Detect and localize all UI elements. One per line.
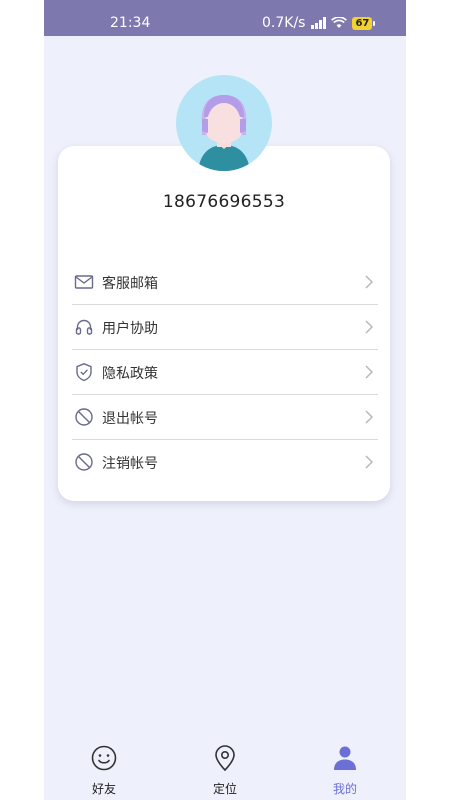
mail-icon [74,275,94,289]
screen: 21:34 0.7K/s 67 18676696553 客服邮箱 用户协助 隐私… [44,0,406,800]
chevron-right-icon [365,365,374,379]
shield-check-icon [76,363,92,382]
tab-label: 好友 [91,782,116,796]
avatar[interactable] [176,75,272,171]
network-speed: 0.7K/s [262,15,306,31]
tab-label: 定位 [212,782,237,796]
signal-icon [311,17,327,29]
avatar-illustration [198,95,250,171]
battery-icon: 67 [352,16,376,30]
phone-number: 18676696553 [162,192,286,212]
menu-item-label: 注销帐号 [102,456,158,472]
menu-item-label: 用户协助 [102,321,158,337]
settings-menu: 客服邮箱 用户协助 隐私政策 退出帐号 注销帐号 [72,260,378,484]
menu-item-label: 客服邮箱 [102,276,158,292]
menu-item-support-email[interactable]: 客服邮箱 [72,260,378,305]
menu-item-user-assistance[interactable]: 用户协助 [72,305,378,350]
status-indicators: 0.7K/s 67 [262,15,376,31]
chevron-right-icon [365,410,374,424]
tab-mine[interactable]: 我的 [315,744,375,797]
tab-location[interactable]: 定位 [195,744,255,797]
user-icon [334,746,356,770]
chevron-right-icon [365,320,374,334]
menu-item-privacy-policy[interactable]: 隐私政策 [72,350,378,395]
menu-item-delete-account[interactable]: 注销帐号 [72,440,378,484]
prohibited-icon [75,408,93,426]
location-pin-icon [215,745,235,772]
status-bar: 21:34 0.7K/s 67 [44,0,406,36]
tab-friends[interactable]: 好友 [74,744,134,797]
smiley-icon [91,745,117,771]
tab-label: 我的 [332,782,357,796]
wifi-icon [331,17,348,28]
menu-item-logout[interactable]: 退出帐号 [72,395,378,440]
headphones-icon [75,319,93,335]
prohibited-icon [75,453,93,471]
chevron-right-icon [365,275,374,289]
bottom-tab-bar: 好友 定位 我的 [44,738,406,800]
menu-item-label: 隐私政策 [102,366,158,382]
status-time: 21:34 [110,15,151,31]
menu-item-label: 退出帐号 [102,411,158,427]
chevron-right-icon [365,455,374,469]
